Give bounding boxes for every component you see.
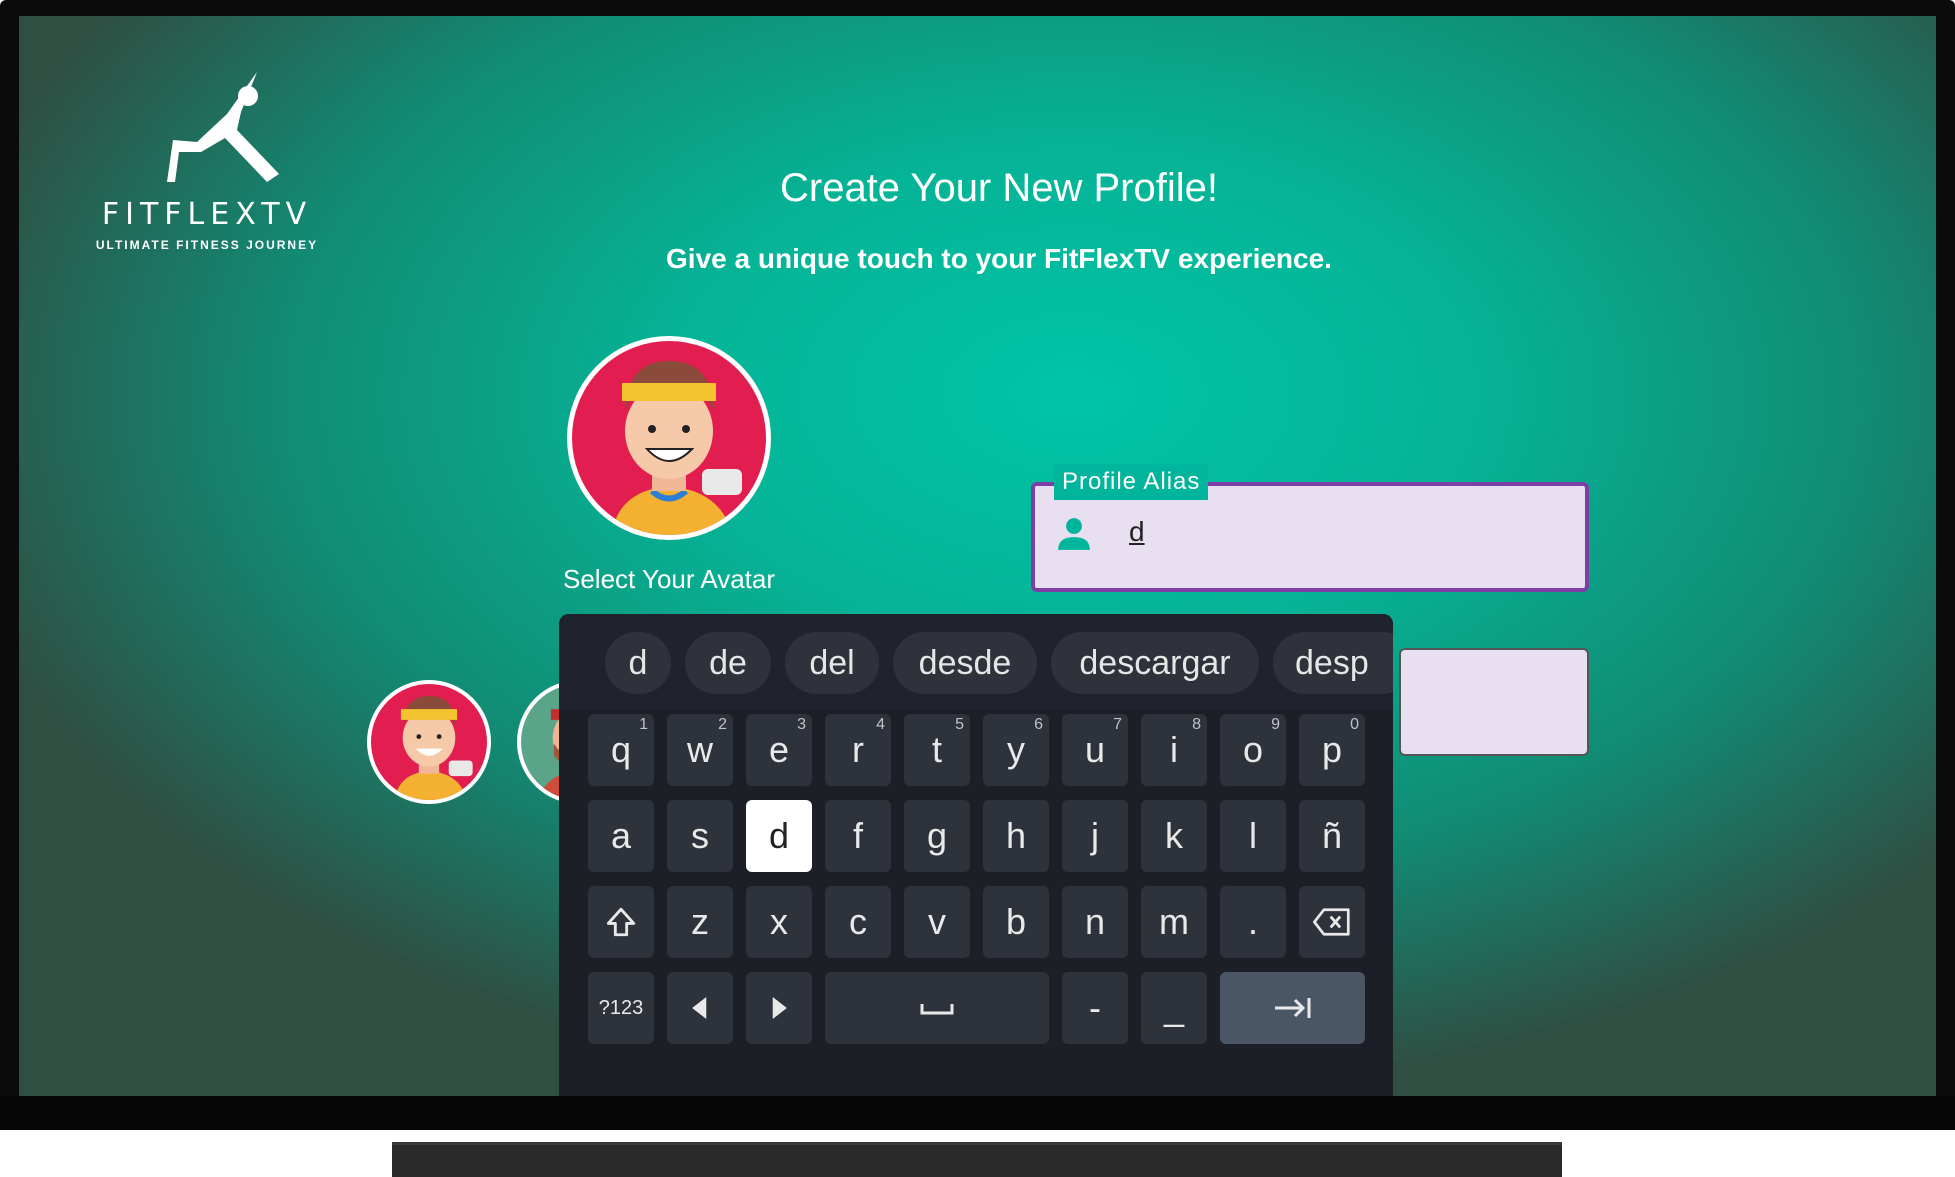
selected-avatar[interactable] xyxy=(567,336,771,540)
brand-tagline: ULTIMATE FITNESS JOURNEY xyxy=(95,238,319,252)
key-label: p xyxy=(1321,729,1343,770)
key-hint: 5 xyxy=(955,716,964,733)
key-r[interactable]: r4 xyxy=(825,714,891,786)
key-t[interactable]: t5 xyxy=(904,714,970,786)
backspace-key[interactable] xyxy=(1299,886,1365,958)
tab-next-icon xyxy=(1274,998,1310,1018)
cursor-right-key[interactable] xyxy=(746,972,812,1044)
page-title: Create Your New Profile! xyxy=(779,166,1218,210)
key-i[interactable]: i8 xyxy=(1141,714,1207,786)
key-hint: 1 xyxy=(639,716,648,733)
tv-bezel-bottom xyxy=(0,1096,1955,1130)
key-hint: 9 xyxy=(1271,716,1280,733)
key-k[interactable]: k xyxy=(1141,800,1207,872)
avatar-headband-icon xyxy=(612,361,742,535)
key-l[interactable]: l xyxy=(1220,800,1286,872)
suggestion-chip[interactable]: desde xyxy=(893,632,1037,694)
key-period[interactable]: . xyxy=(1220,886,1286,958)
cursor-left-key[interactable] xyxy=(667,972,733,1044)
key-g[interactable]: g xyxy=(904,800,970,872)
suggestion-chip[interactable]: desp xyxy=(1273,632,1393,694)
key-label: q xyxy=(610,729,632,770)
yoga-figure-icon xyxy=(167,72,279,182)
key-m[interactable]: m xyxy=(1141,886,1207,958)
key-s[interactable]: s xyxy=(667,800,733,872)
key-q[interactable]: q1 xyxy=(588,714,654,786)
key-b[interactable]: b xyxy=(983,886,1049,958)
tv-screen: FITFLEXTV ULTIMATE FITNESS JOURNEY Creat… xyxy=(19,16,1936,1096)
key-hint: 2 xyxy=(718,716,727,733)
symbols-key[interactable]: ?123 xyxy=(588,972,654,1044)
secondary-field[interactable] xyxy=(1399,648,1589,756)
key-label: w xyxy=(687,729,713,770)
key-n-tilde[interactable]: ñ xyxy=(1299,800,1365,872)
suggestion-chip[interactable]: d xyxy=(605,632,671,694)
key-label: o xyxy=(1242,729,1264,770)
key-p[interactable]: p0 xyxy=(1299,714,1365,786)
shift-icon xyxy=(606,907,636,937)
key-w[interactable]: w2 xyxy=(667,714,733,786)
space-icon xyxy=(920,1004,954,1015)
arrow-right-icon xyxy=(772,997,787,1019)
suggestion-chip[interactable]: descargar xyxy=(1051,632,1259,694)
space-key[interactable] xyxy=(825,972,1049,1044)
key-j[interactable]: j xyxy=(1062,800,1128,872)
dash-key[interactable]: - xyxy=(1062,972,1128,1044)
key-a[interactable]: a xyxy=(588,800,654,872)
suggestion-chip[interactable]: de xyxy=(685,632,771,694)
key-c[interactable]: c xyxy=(825,886,891,958)
key-e[interactable]: e3 xyxy=(746,714,812,786)
avatar-caption: Select Your Avatar xyxy=(562,564,775,594)
key-x[interactable]: x xyxy=(746,886,812,958)
key-hint: 7 xyxy=(1113,716,1122,733)
brand-name: FITFLEXTV xyxy=(101,197,313,232)
key-label: t xyxy=(931,729,942,770)
fitflextv-logo: FITFLEXTV ULTIMATE FITNESS JOURNEY xyxy=(57,52,357,262)
key-hint: 4 xyxy=(876,716,885,733)
key-y[interactable]: y6 xyxy=(983,714,1049,786)
key-hint: 6 xyxy=(1034,716,1043,733)
avatar-headband-icon xyxy=(394,695,473,800)
key-u[interactable]: u7 xyxy=(1062,714,1128,786)
key-label: y xyxy=(1007,729,1025,770)
next-key[interactable] xyxy=(1220,972,1365,1044)
key-z[interactable]: z xyxy=(667,886,733,958)
key-label: u xyxy=(1084,729,1106,770)
avatar-option-headband[interactable] xyxy=(367,680,491,804)
arrow-left-icon xyxy=(692,997,707,1019)
onscreen-keyboard: d de del desde descargar desp q1 w2 e3 r… xyxy=(559,614,1393,1096)
suggestion-chip[interactable]: del xyxy=(785,632,879,694)
profile-alias-label: Profile Alias xyxy=(1054,464,1209,500)
profile-alias-value: d xyxy=(1129,516,1145,547)
key-label: e xyxy=(768,729,790,770)
key-h[interactable]: h xyxy=(983,800,1049,872)
shift-key[interactable] xyxy=(588,886,654,958)
person-icon xyxy=(1055,515,1093,553)
backspace-icon xyxy=(1313,908,1350,936)
key-o[interactable]: o9 xyxy=(1220,714,1286,786)
key-n[interactable]: n xyxy=(1062,886,1128,958)
key-d-focused[interactable]: d xyxy=(746,800,812,872)
key-f[interactable]: f xyxy=(825,800,891,872)
key-hint: 8 xyxy=(1192,716,1201,733)
key-label: i xyxy=(1170,729,1178,770)
key-v[interactable]: v xyxy=(904,886,970,958)
keyboard-suggestions: d de del desde descargar desp xyxy=(559,614,1393,710)
key-label: r xyxy=(852,729,864,770)
key-hint: 3 xyxy=(797,716,806,733)
underscore-key[interactable]: _ xyxy=(1141,972,1207,1044)
page-subtitle: Give a unique touch to your FitFlexTV ex… xyxy=(666,243,1332,274)
key-hint: 0 xyxy=(1350,716,1359,733)
tv-stand xyxy=(392,1142,1562,1177)
